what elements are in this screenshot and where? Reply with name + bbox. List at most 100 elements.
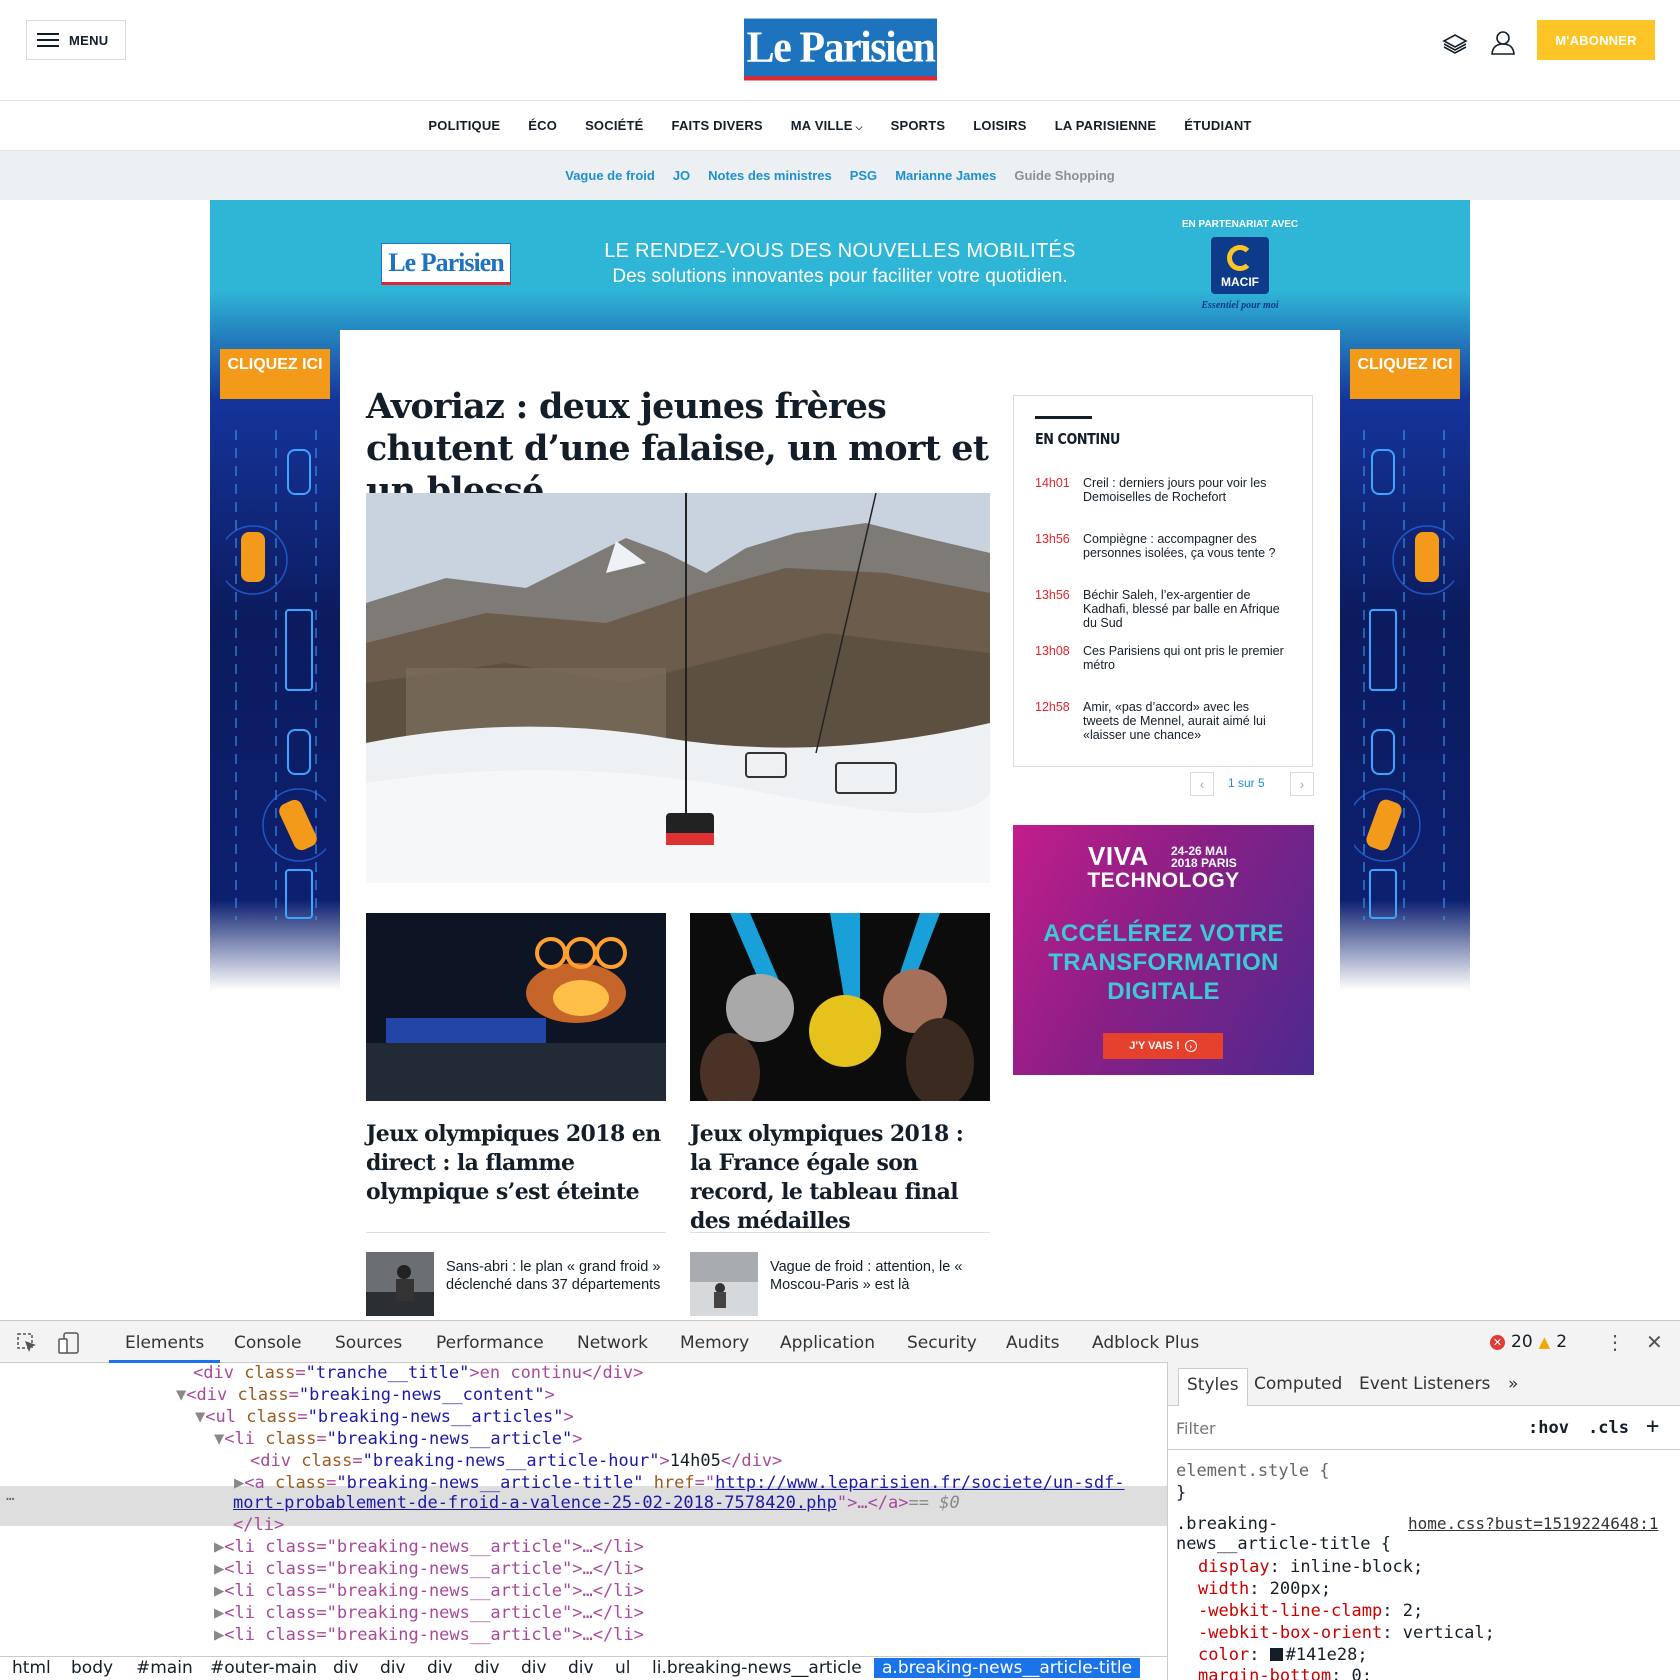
nav-item-sports[interactable]: SPORTS: [877, 118, 960, 133]
tab-audits[interactable]: Audits: [1006, 1333, 1059, 1353]
card-title-medals[interactable]: Jeux olympiques 2018 : la France égale s…: [690, 1120, 990, 1236]
viva-cta-button[interactable]: J'Y VAIS ! ›: [1103, 1033, 1223, 1059]
mini-article[interactable]: Vague de froid : attention, le « Moscou-…: [690, 1252, 990, 1318]
css-declaration[interactable]: -webkit-line-clamp: 2;: [1198, 1601, 1423, 1621]
color-swatch-icon[interactable]: [1269, 1648, 1283, 1661]
breadcrumb-item[interactable]: div: [333, 1658, 359, 1678]
trend-link[interactable]: PSG: [841, 168, 886, 183]
dom-node[interactable]: <div class="tranche__title">en continu</…: [193, 1362, 643, 1384]
trend-link[interactable]: Guide Shopping: [1005, 168, 1123, 183]
breadcrumb-item[interactable]: body: [71, 1658, 113, 1678]
breadcrumb-item[interactable]: div: [474, 1658, 500, 1678]
collapsed-triangle-icon[interactable]: ▶: [234, 1473, 244, 1493]
collapsed-triangle-icon[interactable]: ▶: [214, 1625, 224, 1645]
news-title[interactable]: Amir, «pas d’accord» avec les tweets de …: [1083, 700, 1288, 742]
css-declaration[interactable]: color: #141e28;: [1198, 1645, 1368, 1665]
dom-node[interactable]: ▼<li class="breaking-news__article">: [214, 1428, 583, 1450]
collapsed-triangle-icon[interactable]: ▶: [214, 1537, 224, 1557]
add-rule-icon[interactable]: +: [1646, 1414, 1659, 1439]
hero-image-avoriaz[interactable]: [366, 493, 990, 883]
dom-node[interactable]: ▼<ul class="breaking-news__articles">: [195, 1406, 574, 1428]
dom-node[interactable]: ▶<li class="breaking-news__article">…</l…: [214, 1558, 644, 1580]
dom-node-continuation[interactable]: mort-probablement-de-froid-a-valence-25-…: [233, 1492, 960, 1514]
dom-node[interactable]: </li>: [233, 1514, 284, 1536]
dom-node-selected[interactable]: ▶<a class="breaking-news__article-title"…: [234, 1472, 1125, 1494]
collapsed-triangle-icon[interactable]: ▶: [214, 1559, 224, 1579]
rule-source-link[interactable]: home.css?bust=1519224648:1: [1408, 1514, 1658, 1533]
trend-link[interactable]: Vague de froid: [556, 168, 664, 183]
chevron-right-icon[interactable]: ›: [1290, 772, 1314, 796]
subscribe-button[interactable]: M'ABONNER: [1537, 20, 1655, 60]
nav-item-faits-divers[interactable]: FAITS DIVERS: [658, 118, 777, 133]
expanded-triangle-icon[interactable]: ▼: [195, 1407, 205, 1427]
menu-button[interactable]: MENU: [26, 20, 126, 60]
breadcrumb-item[interactable]: div: [427, 1658, 453, 1678]
breadcrumb-item[interactable]: #main: [136, 1658, 193, 1678]
nav-item-loisirs[interactable]: LOISIRS: [959, 118, 1040, 133]
breadcrumb-item[interactable]: ul: [615, 1658, 631, 1678]
user-icon[interactable]: [1489, 28, 1517, 56]
trend-link[interactable]: JO: [664, 168, 699, 183]
news-title[interactable]: Creil : derniers jours pour voir les Dem…: [1083, 476, 1288, 504]
expanded-triangle-icon[interactable]: ▼: [214, 1429, 224, 1449]
more-tabs-icon[interactable]: »: [1508, 1374, 1518, 1394]
tab-computed[interactable]: Computed: [1254, 1374, 1342, 1394]
tab-adblock-plus[interactable]: Adblock Plus: [1092, 1333, 1199, 1353]
news-title[interactable]: Compiègne : accompagner des personnes is…: [1083, 532, 1288, 560]
breadcrumb-item[interactable]: div: [521, 1658, 547, 1678]
dom-node[interactable]: <div class="breaking-news__article-hour"…: [250, 1450, 782, 1472]
nav-item-ma-ville[interactable]: MA VILLE ⌵: [777, 118, 877, 133]
nav-item-societe[interactable]: SOCIÉTÉ: [571, 118, 657, 133]
collapsed-triangle-icon[interactable]: ▶: [214, 1581, 224, 1601]
mini-article[interactable]: Sans-abri : le plan « grand froid » décl…: [366, 1252, 666, 1318]
css-declaration[interactable]: display: inline-block;: [1198, 1557, 1423, 1577]
ad-click-right-button[interactable]: CLIQUEZ ICI: [1350, 349, 1460, 399]
expanded-triangle-icon[interactable]: ▼: [176, 1385, 186, 1405]
breadcrumb-item[interactable]: li.breaking-news__article: [652, 1658, 862, 1678]
device-toggle-icon[interactable]: [57, 1331, 81, 1355]
cls-toggle[interactable]: .cls: [1588, 1418, 1629, 1438]
tab-security[interactable]: Security: [907, 1333, 977, 1353]
styles-filter-input[interactable]: [1176, 1416, 1476, 1440]
ad-click-left-button[interactable]: CLIQUEZ ICI: [220, 349, 330, 399]
href-link[interactable]: http://www.leparisien.fr/societe/un-sdf-: [715, 1473, 1124, 1493]
site-logo[interactable]: Le Parisien: [744, 18, 937, 81]
more-options-icon[interactable]: ⋮: [1605, 1330, 1625, 1355]
tab-event-listeners[interactable]: Event Listeners: [1359, 1374, 1490, 1394]
tab-memory[interactable]: Memory: [680, 1333, 749, 1353]
dom-node[interactable]: ▶<li class="breaking-news__article">…</l…: [214, 1580, 644, 1602]
trend-link[interactable]: Notes des ministres: [699, 168, 841, 183]
tab-sources[interactable]: Sources: [335, 1333, 402, 1353]
newspaper-icon[interactable]: [1441, 28, 1469, 56]
tab-elements[interactable]: Elements: [125, 1333, 204, 1353]
vivatech-ad[interactable]: VIVA 24-26 MAI 2018 PARIS TECHNOLOGY ACCÉ…: [1013, 825, 1314, 1075]
error-warning-counter[interactable]: ✕ 20 ▲ 2: [1490, 1332, 1567, 1352]
css-declaration[interactable]: -webkit-box-orient: vertical;: [1198, 1623, 1495, 1643]
rule-selector[interactable]: news__article-title {: [1176, 1534, 1391, 1554]
href-link[interactable]: mort-probablement-de-froid-a-valence-25-…: [233, 1493, 837, 1513]
breadcrumb-item[interactable]: #outer-main: [210, 1658, 317, 1678]
tab-performance[interactable]: Performance: [436, 1333, 544, 1353]
trend-link[interactable]: Marianne James: [886, 168, 1005, 183]
element-style-selector[interactable]: element.style {: [1176, 1461, 1330, 1481]
close-icon[interactable]: ✕: [1646, 1330, 1663, 1355]
tab-application[interactable]: Application: [780, 1333, 875, 1353]
tab-console[interactable]: Console: [234, 1333, 302, 1353]
hov-toggle[interactable]: :hov: [1528, 1418, 1569, 1438]
card-image-olympic-flame[interactable]: [366, 913, 666, 1101]
css-declaration[interactable]: width: 200px;: [1198, 1579, 1331, 1599]
dom-node[interactable]: ▶<li class="breaking-news__article">…</l…: [214, 1624, 644, 1645]
news-title[interactable]: Béchir Saleh, l’ex-argentier de Kadhafi,…: [1083, 588, 1288, 630]
tab-network[interactable]: Network: [577, 1333, 648, 1353]
css-declaration[interactable]: margin-bottom: 0;: [1198, 1666, 1372, 1680]
breadcrumb-item[interactable]: div: [568, 1658, 594, 1678]
inspect-element-icon[interactable]: [16, 1332, 38, 1354]
breadcrumb-item[interactable]: html: [12, 1658, 51, 1678]
news-title[interactable]: Ces Parisiens qui ont pris le premier mé…: [1083, 644, 1288, 672]
breadcrumb-item-current[interactable]: a.breaking-news__article-title: [874, 1658, 1141, 1678]
dom-node[interactable]: ▼<div class="breaking-news__content">: [176, 1384, 555, 1406]
nav-item-etudiant[interactable]: ÉTUDIANT: [1170, 118, 1265, 133]
collapsed-triangle-icon[interactable]: ▶: [214, 1603, 224, 1623]
chevron-left-icon[interactable]: ‹: [1190, 772, 1214, 796]
card-image-medals[interactable]: [690, 913, 990, 1101]
